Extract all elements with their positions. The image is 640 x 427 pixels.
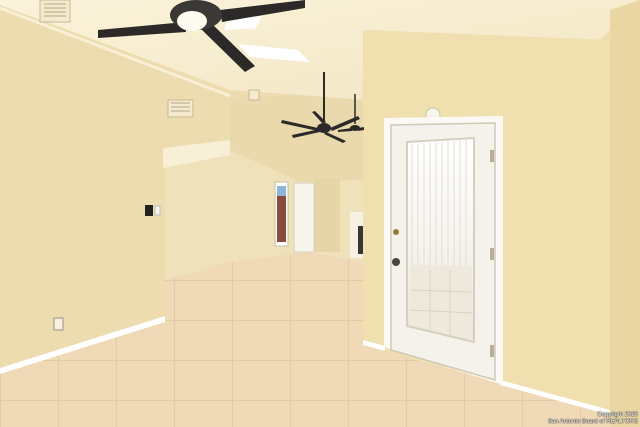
hallway-opening [314,178,340,252]
room-scene [0,0,640,427]
copyright-watermark: Copyright 2025 San Antonio Board of REAL… [548,412,638,426]
back-door [293,182,315,253]
wall-outlet [53,317,64,331]
door-hinge [490,345,494,357]
door-hinge [490,150,494,162]
watermark-line-2: San Antonio Board of REALTORS [547,419,638,425]
deadbolt [393,229,399,235]
light-switch [154,205,161,216]
air-vent [167,99,194,118]
door-knob [392,258,400,266]
air-vent [248,89,260,101]
watermark-line-1: Copyright 2025 [597,412,638,418]
air-vent [39,0,71,23]
thermostat [145,205,153,216]
listing-photo: Copyright 2025 San Antonio Board of REAL… [0,0,640,427]
glass-exterior-door [384,116,503,385]
corner-wall [610,0,640,427]
window-view [277,196,286,242]
door-hinge [490,248,494,260]
